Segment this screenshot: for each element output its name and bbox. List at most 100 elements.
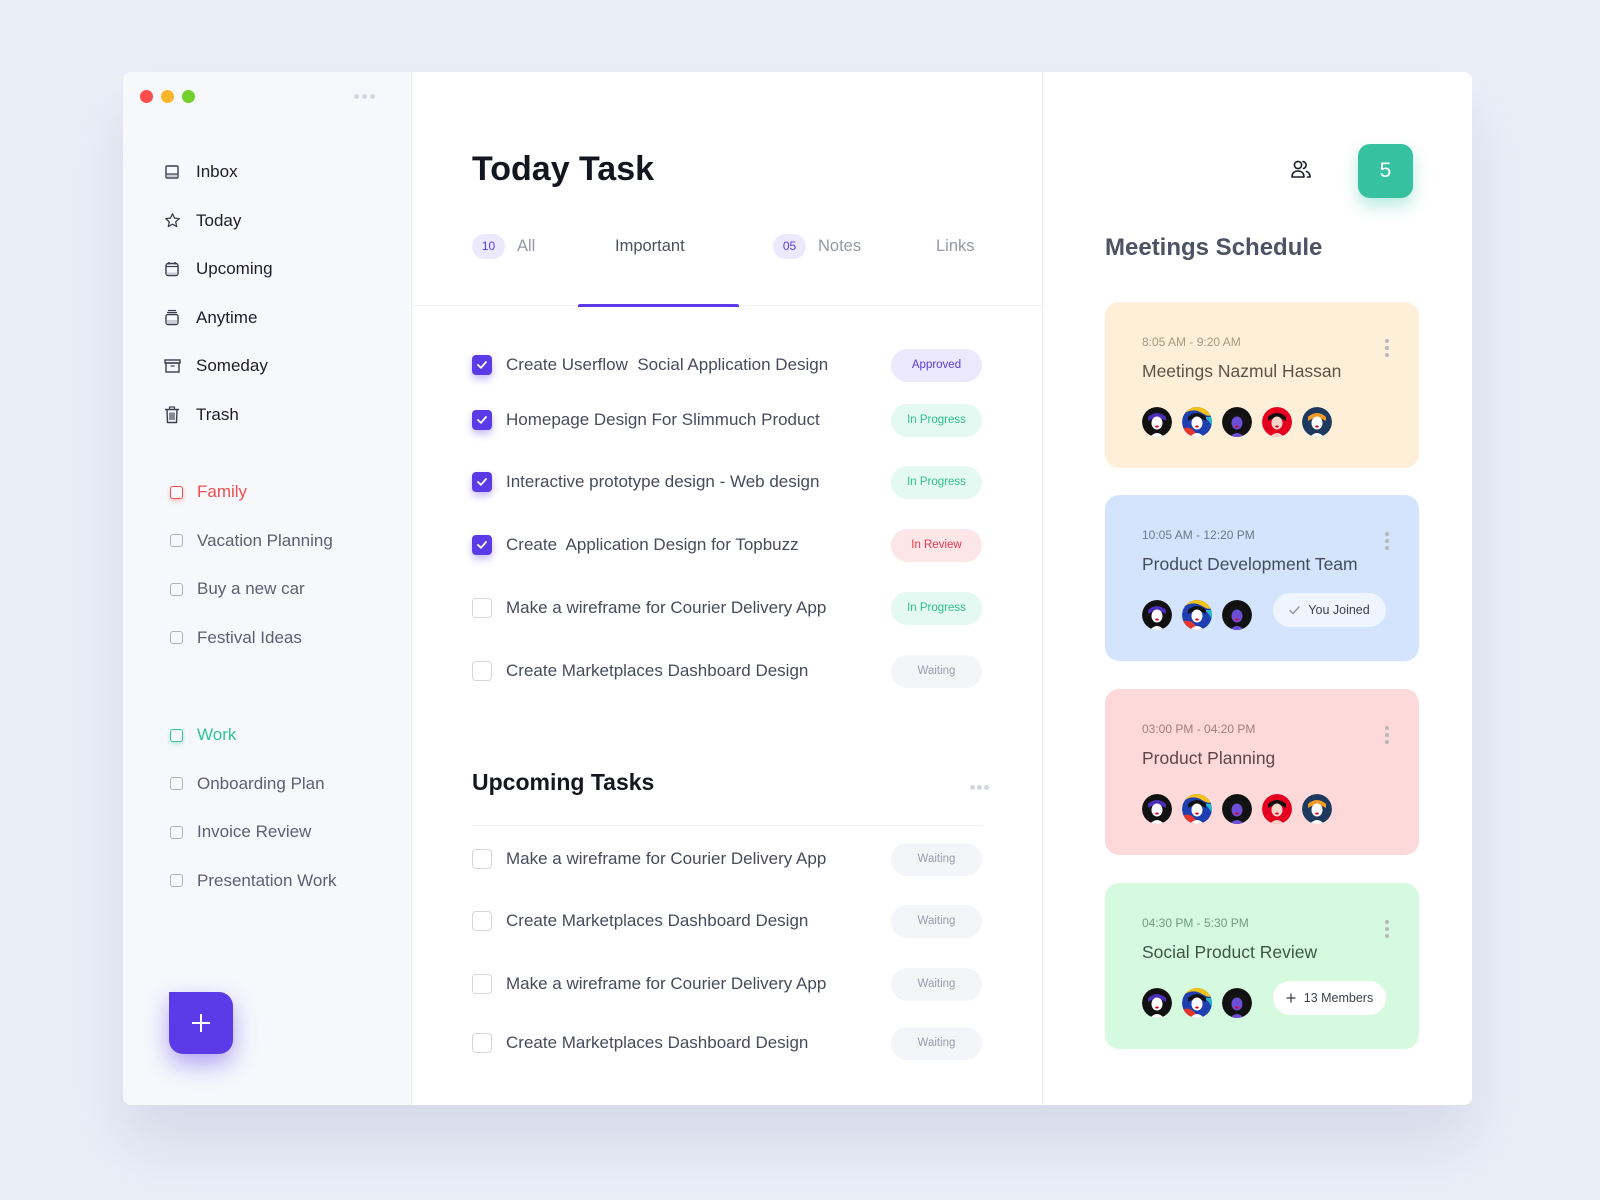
avatar[interactable] xyxy=(1262,407,1292,437)
avatar[interactable] xyxy=(1142,988,1172,1018)
meeting-options-button[interactable] xyxy=(1385,532,1389,550)
task-label[interactable]: Create Marketplaces Dashboard Design xyxy=(506,661,891,681)
tab-count-badge: 05 xyxy=(773,233,806,259)
task-label[interactable]: Make a wireframe for Courier Delivery Ap… xyxy=(506,849,891,869)
avatar[interactable] xyxy=(1222,407,1252,437)
task-checkbox[interactable] xyxy=(472,472,492,492)
avatar[interactable] xyxy=(1142,407,1172,437)
task-checkbox[interactable] xyxy=(472,661,492,681)
task-checkbox[interactable] xyxy=(472,849,492,869)
window-controls xyxy=(140,90,195,103)
sidebar-item-label: Someday xyxy=(196,356,268,376)
meeting-attendees xyxy=(1142,988,1252,1018)
task-label[interactable]: Homepage Design For Slimmuch Product xyxy=(506,410,891,430)
meeting-card[interactable]: 04:30 PM - 5:30 PM Social Product Review 1… xyxy=(1105,883,1419,1049)
status-badge: Approved xyxy=(891,348,982,382)
tab-label: Important xyxy=(615,236,685,255)
avatar[interactable] xyxy=(1142,600,1172,630)
sidebar-list-item-invoice-review[interactable]: Invoice Review xyxy=(170,808,400,857)
list-item-checkbox[interactable] xyxy=(170,874,183,888)
sidebar-item-someday[interactable]: Someday xyxy=(163,342,383,391)
status-badge: Waiting xyxy=(891,967,982,1001)
sidebar-more-button[interactable] xyxy=(354,94,375,99)
tab-links[interactable]: Links xyxy=(936,232,975,260)
maximize-window-button[interactable] xyxy=(182,90,195,103)
meeting-options-button[interactable] xyxy=(1385,339,1389,357)
task-checkbox[interactable] xyxy=(472,355,492,375)
avatar[interactable] xyxy=(1182,600,1212,630)
app-window: Inbox Today Upcoming Anytime Someday Tra… xyxy=(123,72,1472,1105)
list-color-checkbox[interactable] xyxy=(170,728,183,742)
close-window-button[interactable] xyxy=(140,90,153,103)
sidebar-list-item-festival-ideas[interactable]: Festival Ideas xyxy=(170,614,400,663)
meeting-time: 04:30 PM - 5:30 PM xyxy=(1142,916,1249,930)
task-label[interactable]: Make a wireframe for Courier Delivery Ap… xyxy=(506,974,891,994)
task-label[interactable]: Create Userflow Social Application Desig… xyxy=(506,355,891,375)
task-checkbox[interactable] xyxy=(472,535,492,555)
add-task-button[interactable] xyxy=(169,992,233,1054)
task-label[interactable]: Interactive prototype design - Web desig… xyxy=(506,472,891,492)
avatar[interactable] xyxy=(1262,794,1292,824)
meeting-title: Product Planning xyxy=(1142,748,1276,768)
task-checkbox[interactable] xyxy=(472,974,492,994)
task-row: Create Userflow Social Application Desig… xyxy=(472,348,982,382)
list-group-header-work[interactable]: Work xyxy=(170,711,400,760)
sidebar-list-item-buy-a-new-car[interactable]: Buy a new car xyxy=(170,565,400,614)
sidebar-item-trash[interactable]: Trash xyxy=(163,391,383,440)
meeting-card[interactable]: 8:05 AM - 9:20 AM Meetings Nazmul Hassan xyxy=(1105,302,1419,468)
task-checkbox[interactable] xyxy=(472,598,492,618)
avatar[interactable] xyxy=(1182,794,1212,824)
avatar[interactable] xyxy=(1182,407,1212,437)
task-row: Make a wireframe for Courier Delivery Ap… xyxy=(472,591,982,625)
avatar[interactable] xyxy=(1302,407,1332,437)
task-checkbox[interactable] xyxy=(472,1033,492,1053)
task-label[interactable]: Create Marketplaces Dashboard Design xyxy=(506,1033,891,1053)
people-button[interactable] xyxy=(1288,156,1314,182)
sidebar-list-item-presentation-work[interactable]: Presentation Work xyxy=(170,857,400,906)
tab-important[interactable]: Important xyxy=(615,232,685,260)
status-badge: Waiting xyxy=(891,904,982,938)
task-checkbox[interactable] xyxy=(472,410,492,430)
list-item-checkbox[interactable] xyxy=(170,777,183,791)
task-checkbox[interactable] xyxy=(472,911,492,931)
meeting-card[interactable]: 10:05 AM - 12:20 PM Product Development T… xyxy=(1105,495,1419,661)
check-icon xyxy=(477,478,487,486)
avatar[interactable] xyxy=(1142,794,1172,824)
list-item-checkbox[interactable] xyxy=(170,631,183,645)
joined-status-pill[interactable]: You Joined xyxy=(1273,593,1386,627)
sidebar-item-today[interactable]: Today xyxy=(163,197,383,246)
task-label[interactable]: Make a wireframe for Courier Delivery Ap… xyxy=(506,598,891,618)
avatar[interactable] xyxy=(1222,988,1252,1018)
avatar[interactable] xyxy=(1302,794,1332,824)
avatar[interactable] xyxy=(1222,794,1252,824)
avatar[interactable] xyxy=(1182,988,1212,1018)
sidebar-list-item-onboarding-plan[interactable]: Onboarding Plan xyxy=(170,760,400,809)
upcoming-more-button[interactable] xyxy=(970,785,989,790)
task-label[interactable]: Create Application Design for Topbuzz xyxy=(506,535,891,555)
users-icon xyxy=(1291,160,1311,178)
task-row: Create Application Design for Topbuzz In … xyxy=(472,528,982,562)
sidebar-item-anytime[interactable]: Anytime xyxy=(163,294,383,343)
dot xyxy=(362,94,367,99)
sidebar-item-upcoming[interactable]: Upcoming xyxy=(163,245,383,294)
avatar[interactable] xyxy=(1222,600,1252,630)
list-color-checkbox[interactable] xyxy=(170,485,183,499)
tab-notes[interactable]: 05 Notes xyxy=(773,232,861,260)
meeting-card[interactable]: 03:00 PM - 04:20 PM Product Planning xyxy=(1105,689,1419,855)
sidebar-item-inbox[interactable]: Inbox xyxy=(163,148,383,197)
members-count-pill[interactable]: 13 Members xyxy=(1273,981,1386,1015)
meeting-options-button[interactable] xyxy=(1385,726,1389,744)
meeting-title: Meetings Nazmul Hassan xyxy=(1142,361,1342,381)
list-item-label: Presentation Work xyxy=(197,870,337,890)
tab-all[interactable]: 10 All xyxy=(472,232,535,260)
list-item-checkbox[interactable] xyxy=(170,825,183,839)
sidebar-list-item-vacation-planning[interactable]: Vacation Planning xyxy=(170,517,400,566)
list-item-checkbox[interactable] xyxy=(170,534,183,548)
list-item-checkbox[interactable] xyxy=(170,582,183,596)
task-label[interactable]: Create Marketplaces Dashboard Design xyxy=(506,911,891,931)
notification-count-button[interactable]: 5 xyxy=(1358,144,1413,198)
meeting-options-button[interactable] xyxy=(1385,920,1389,938)
list-group-header-family[interactable]: Family xyxy=(170,468,400,517)
dot xyxy=(370,94,375,99)
minimize-window-button[interactable] xyxy=(161,90,174,103)
